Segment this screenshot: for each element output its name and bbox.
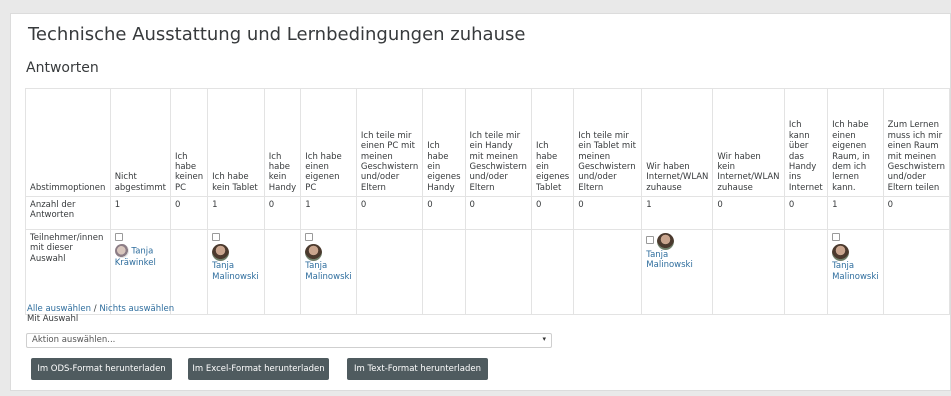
column-header: Ich teile mir einen PC mit meinen Geschw… — [355, 88, 424, 197]
checkbox-icon[interactable] — [832, 233, 841, 241]
answer-count: 0 — [783, 196, 829, 230]
answer-count: 0 — [464, 196, 532, 230]
selection-links: Alle auswählen / Nichts auswählen Mit Au… — [27, 304, 174, 324]
download-text-button[interactable]: Im Text-Format herunterladen — [347, 358, 488, 380]
chevron-down-icon: ▾ — [542, 335, 546, 343]
participants-cell: Tanja Malinowski — [827, 229, 884, 315]
participants-cell — [783, 229, 829, 315]
participants-cell — [464, 229, 532, 315]
download-ods-button[interactable]: Im ODS-Format herunterladen — [31, 358, 172, 380]
checkbox-icon[interactable] — [305, 233, 314, 241]
answer-count: 0 — [263, 196, 302, 230]
column-header: Wir haben kein Internet/WLAN zuhause — [712, 88, 785, 197]
participants-cell: Tanja Malinowski — [207, 229, 265, 315]
results-table: Abstimmoptionen Nicht abgestimmt Ich hab… — [25, 88, 950, 315]
answer-count: 0 — [573, 196, 643, 230]
participant-link[interactable]: Tanja Malinowski — [832, 261, 879, 281]
results-card: Technische Ausstattung und Lernbedingung… — [10, 13, 951, 391]
column-header: Ich habe keinen PC — [169, 88, 209, 197]
column-header: Ich habe ein eigenes Handy — [422, 88, 466, 197]
answer-count: 1 — [109, 196, 171, 230]
row-header-options: Abstimmoptionen — [25, 88, 111, 197]
column-header: Ich kann über das Handy ins Internet — [783, 88, 829, 197]
answer-count: 1 — [641, 196, 714, 230]
answer-count: 1 — [827, 196, 884, 230]
answer-count: 0 — [882, 196, 950, 230]
answer-count-row: Anzahl der Antworten 1 0 1 0 1 0 0 0 0 0… — [25, 196, 950, 230]
answer-count: 0 — [712, 196, 785, 230]
download-excel-button[interactable]: Im Excel-Format herunterladen — [188, 358, 329, 380]
action-select-value: Aktion auswählen... — [32, 335, 116, 345]
participants-cell — [263, 229, 302, 315]
participant-link[interactable]: Tanja Malinowski — [305, 261, 352, 281]
user-avatar-icon — [832, 244, 850, 262]
select-none-link[interactable]: Nichts auswählen — [99, 304, 174, 314]
checkbox-icon[interactable] — [114, 233, 123, 241]
user-avatar-icon — [305, 244, 323, 262]
user-avatar-icon — [657, 233, 674, 250]
answer-count: 0 — [169, 196, 209, 230]
column-header: Ich teile mir ein Tablet mit meinen Gesc… — [573, 88, 643, 197]
participants-cell — [573, 229, 643, 315]
section-heading: Antworten — [26, 60, 99, 76]
checkbox-icon[interactable] — [212, 233, 221, 241]
column-header: Ich habe kein Tablet — [207, 88, 265, 197]
participants-cell — [169, 229, 209, 315]
participants-cell: Tanja Kräwinkel — [109, 229, 171, 315]
answer-count: 0 — [530, 196, 575, 230]
participant-link[interactable]: Tanja Malinowski — [646, 250, 693, 270]
checkbox-icon[interactable] — [646, 236, 655, 244]
action-select[interactable]: Aktion auswählen... ▾ — [26, 333, 552, 348]
row-label-count: Anzahl der Antworten — [25, 196, 111, 230]
column-header: Ich teile mir ein Handy mit meinen Gesch… — [464, 88, 532, 197]
page-title: Technische Ausstattung und Lernbedingung… — [28, 24, 526, 45]
column-header: Zum Lernen muss ich mir einen Raum mit m… — [882, 88, 950, 197]
column-header: Nicht abgestimmt — [109, 88, 171, 197]
participants-cell — [355, 229, 424, 315]
column-header-row: Abstimmoptionen Nicht abgestimmt Ich hab… — [25, 88, 950, 197]
column-header: Wir haben Internet/WLAN zuhause — [641, 88, 714, 197]
participants-cell — [712, 229, 785, 315]
user-avatar-icon — [212, 244, 230, 262]
participants-row: Teilnehmer/innen mit dieser Auswahl Tanj… — [25, 229, 950, 315]
row-label-participants: Teilnehmer/innen mit dieser Auswahl — [25, 229, 111, 315]
answer-count: 0 — [422, 196, 466, 230]
column-header: Ich habe kein Handy — [263, 88, 302, 197]
column-header: Ich habe ein eigenes Tablet — [530, 88, 575, 197]
participant-link[interactable]: Tanja Malinowski — [212, 261, 259, 281]
answer-count: 0 — [355, 196, 424, 230]
column-header: Ich habe einen eigenen Raum, in dem ich … — [827, 88, 884, 197]
column-header: Ich habe einen eigenen PC — [300, 88, 357, 197]
with-selection-label: Mit Auswahl — [27, 314, 79, 324]
answer-count: 1 — [207, 196, 265, 230]
select-all-link[interactable]: Alle auswählen — [27, 304, 91, 314]
user-avatar-icon — [114, 244, 129, 259]
participants-cell — [530, 229, 575, 315]
participants-cell — [422, 229, 466, 315]
answer-count: 1 — [300, 196, 357, 230]
participants-cell: Tanja Malinowski — [641, 229, 714, 315]
participants-cell — [882, 229, 950, 315]
participants-cell: Tanja Malinowski — [300, 229, 357, 315]
